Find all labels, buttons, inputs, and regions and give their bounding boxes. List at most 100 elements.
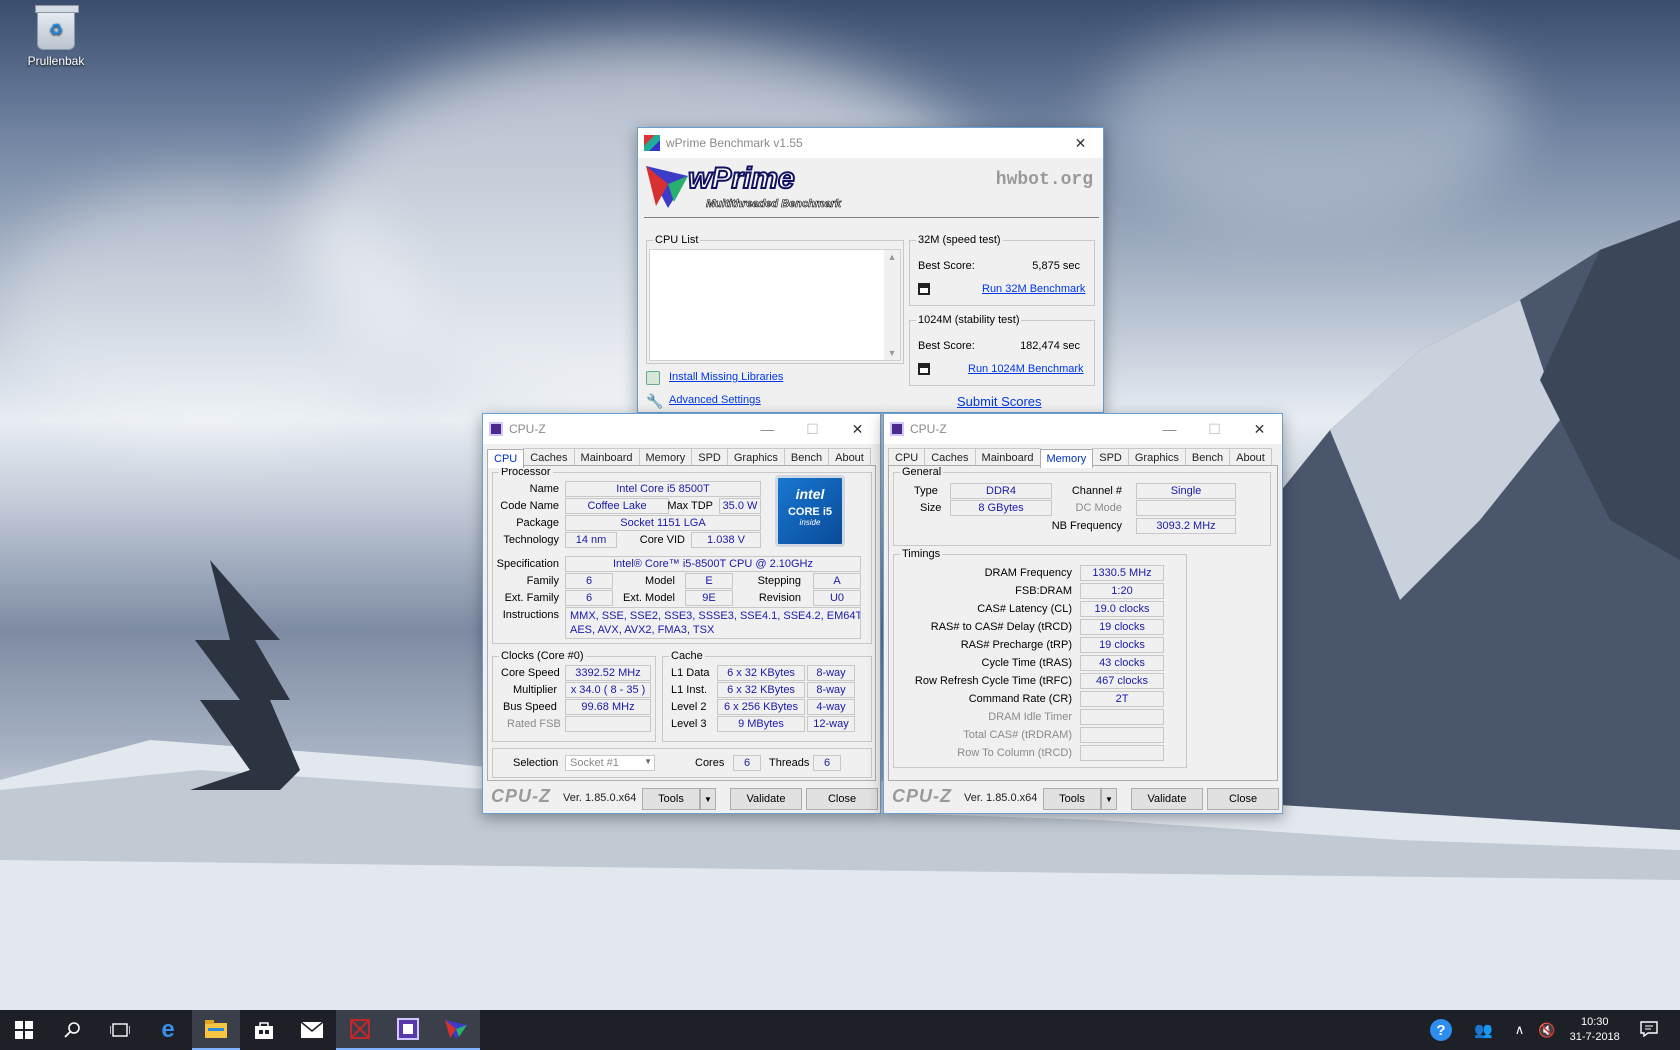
instructions-line2: AES, AVX, AVX2, FMA3, TSX: [570, 624, 715, 636]
validate-button[interactable]: Validate: [1131, 788, 1203, 810]
codename-label: Code Name: [500, 500, 559, 512]
cpuz-cpu-panel: Processor Name Intel Core i5 8500T Code …: [487, 465, 876, 781]
cpuz-cpu-titlebar[interactable]: CPU-Z — ☐ ✕: [483, 414, 880, 444]
recycle-bin-desktop-icon[interactable]: ♻ Prullenbak: [22, 5, 90, 68]
cpuz-memory-titlebar[interactable]: CPU-Z — ☐ ✕: [884, 414, 1282, 444]
cpuz-version: Ver. 1.85.0.x64: [964, 792, 1038, 804]
close-icon[interactable]: ✕: [1237, 414, 1282, 444]
tools-label: Tools: [658, 793, 684, 805]
save-icon[interactable]: [918, 283, 930, 295]
close-icon[interactable]: ✕: [1058, 128, 1103, 158]
people-icon[interactable]: 👥: [1474, 1021, 1493, 1039]
l3-value: 9 MBytes: [717, 716, 805, 732]
l2-value: 6 x 256 KBytes: [717, 699, 805, 715]
red-app-icon[interactable]: [336, 1010, 384, 1050]
timing-value: 19.0 clocks: [1080, 601, 1164, 617]
wprime-logo-subtitle: Multithreaded Benchmark: [706, 198, 842, 211]
cache-group: Cache L1 Data 6 x 32 KBytes 8-way L1 Ins…: [662, 650, 872, 742]
speed-best-value: 5,875 sec: [1032, 260, 1080, 272]
cores-label: Cores: [695, 757, 725, 769]
close-button[interactable]: Close: [1207, 788, 1279, 810]
minimize-icon[interactable]: —: [745, 414, 790, 444]
wprime-logo-icon: [646, 166, 688, 208]
cpuz-taskbar-icon[interactable]: [384, 1010, 432, 1050]
volume-muted-icon[interactable]: 🔇: [1538, 1022, 1555, 1039]
timing-value: 19 clocks: [1080, 619, 1164, 635]
cpuz-logo: CPU-Z: [491, 786, 551, 806]
search-icon[interactable]: [48, 1010, 96, 1050]
store-icon[interactable]: [240, 1010, 288, 1050]
cpuz-cpu-tabs: CPU Caches Mainboard Memory SPD Graphics…: [483, 444, 880, 468]
timing-value: 467 clocks: [1080, 673, 1164, 689]
run-1024m-benchmark-link[interactable]: Run 1024M Benchmark: [968, 363, 1084, 375]
chevron-up-icon[interactable]: ∧: [1515, 1022, 1525, 1038]
submit-scores-link[interactable]: Submit Scores: [957, 394, 1042, 409]
cores-value: 6: [733, 755, 761, 771]
minimize-icon[interactable]: —: [1147, 414, 1192, 444]
maximize-icon[interactable]: ☐: [790, 414, 835, 444]
system-tray: ? 👥 ∧ 🔇 10:30 31-7-2018: [1430, 1010, 1658, 1050]
timing-value: 1330.5 MHz: [1080, 565, 1164, 581]
tab-memory[interactable]: Memory: [1039, 449, 1094, 468]
wprime-titlebar[interactable]: wPrime Benchmark v1.55 ✕: [638, 128, 1103, 158]
tools-button[interactable]: Tools: [1043, 788, 1101, 810]
type-value: DDR4: [950, 483, 1052, 499]
timings-label: Timings: [900, 548, 943, 560]
corespeed-value: 3392.52 MHz: [565, 665, 651, 681]
speed-test-label: 32M (speed test): [916, 234, 1003, 246]
stepping-value: A: [813, 573, 861, 589]
close-icon[interactable]: ✕: [835, 414, 880, 444]
spec-label: Specification: [496, 558, 559, 570]
validate-label: Validate: [1147, 793, 1187, 805]
spec-value: Intel® Core™ i5-8500T CPU @ 2.10GHz: [565, 556, 861, 572]
multiplier-label: Multiplier: [513, 684, 558, 696]
cpuz-memory-title: CPU-Z: [910, 422, 947, 436]
close-button[interactable]: Close: [806, 788, 878, 810]
instructions-line1: MMX, SSE, SSE2, SSE3, SSSE3, SSE4.1, SSE…: [570, 610, 861, 622]
recycle-bin-label: Prullenbak: [27, 54, 85, 68]
selection-dropdown[interactable]: Socket #1 ▼: [565, 755, 655, 771]
timing-label: Row To Column (tRCD): [957, 747, 1072, 759]
notification-icon[interactable]: [1640, 1020, 1658, 1040]
maximize-icon[interactable]: ☐: [1192, 414, 1237, 444]
channel-value: Single: [1136, 483, 1236, 499]
tools-button[interactable]: Tools: [642, 788, 700, 810]
run-32m-benchmark-link[interactable]: Run 32M Benchmark: [982, 283, 1085, 295]
size-value: 8 GBytes: [950, 500, 1052, 516]
stability-test-group: 1024M (stability test) Best Score: 182,4…: [909, 314, 1095, 386]
scroll-up-icon[interactable]: ▲: [884, 252, 900, 262]
selection-value: Socket #1: [570, 757, 619, 769]
tools-dropdown-button[interactable]: ▼: [700, 788, 716, 810]
ratedfsb-value: [565, 716, 651, 732]
mail-icon[interactable]: [288, 1010, 336, 1050]
tab-cpu[interactable]: CPU: [487, 449, 525, 468]
hwbot-logo: hwbot.org: [996, 170, 1093, 190]
threads-value: 6: [813, 755, 841, 771]
chevron-down-icon: ▼: [704, 794, 712, 804]
tools-dropdown-button[interactable]: ▼: [1101, 788, 1117, 810]
multiplier-value: x 34.0 ( 8 - 35 ): [565, 682, 651, 698]
install-missing-libraries-link[interactable]: Install Missing Libraries: [669, 371, 783, 383]
intel-line: CORE i5: [787, 506, 832, 518]
cpuz-version: Ver. 1.85.0.x64: [563, 792, 637, 804]
timing-label: DRAM Frequency: [984, 567, 1072, 579]
edge-browser-icon[interactable]: e: [144, 1010, 192, 1050]
taskbar: e ? 👥 ∧ 🔇 10:30 31-7-2018: [0, 1010, 1680, 1050]
cpu-list-box[interactable]: ▲ ▼: [649, 249, 901, 361]
file-explorer-icon[interactable]: [192, 1010, 240, 1050]
help-icon[interactable]: ?: [1430, 1019, 1452, 1041]
validate-button[interactable]: Validate: [730, 788, 802, 810]
clock[interactable]: 10:30 31-7-2018: [1570, 1015, 1620, 1045]
wprime-taskbar-icon[interactable]: [432, 1010, 480, 1050]
timing-label: RAS# Precharge (tRP): [960, 639, 1072, 651]
clocks-group: Clocks (Core #0) Core Speed 3392.52 MHz …: [492, 650, 656, 742]
windows-start-icon[interactable]: [0, 1010, 48, 1050]
clocks-label: Clocks (Core #0): [499, 650, 586, 662]
save-icon[interactable]: [918, 363, 930, 375]
timing-value: [1080, 727, 1164, 743]
task-view-icon[interactable]: [96, 1010, 144, 1050]
advanced-settings-link[interactable]: Advanced Settings: [669, 394, 761, 406]
timing-value: 43 clocks: [1080, 655, 1164, 671]
cpu-list-scrollbar[interactable]: ▲ ▼: [884, 250, 900, 360]
scroll-down-icon[interactable]: ▼: [884, 348, 900, 358]
